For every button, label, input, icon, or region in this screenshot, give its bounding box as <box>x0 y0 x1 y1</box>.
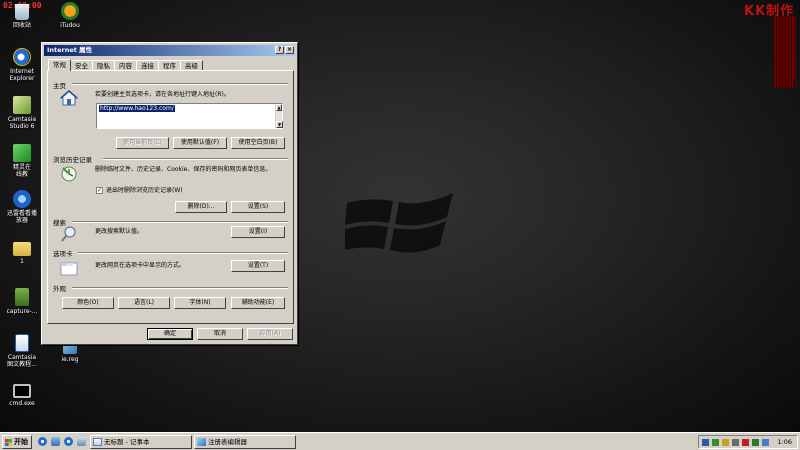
search-settings-button[interactable]: 设置(I) <box>231 226 285 238</box>
taskbar-button-notepad[interactable]: 无标题 - 记事本 <box>90 435 192 449</box>
appearance-group-title: 外观 <box>53 285 66 293</box>
scroll-up-icon[interactable]: ▲ <box>276 104 282 111</box>
dialog-titlebar[interactable]: Internet 属性 ? × <box>44 45 295 56</box>
colors-button[interactable]: 颜色(O) <box>62 297 114 309</box>
use-blank-button[interactable]: 使用空白页(B) <box>231 137 285 149</box>
desktop-icon-sprite[interactable]: 精灵在 线教 <box>0 144 44 178</box>
quicklaunch-ie2-icon[interactable] <box>64 437 73 446</box>
desktop-icon-folder-1[interactable]: 1 <box>0 240 44 265</box>
tray-network-icon[interactable] <box>712 439 719 446</box>
clock[interactable]: 1:06 <box>777 438 792 446</box>
cmd-icon <box>13 384 31 398</box>
desktop: 02:00:00 KK制作 回收站 iTudou Internet Explor… <box>0 0 800 432</box>
delete-history-button[interactable]: 删除(D)... <box>175 201 227 213</box>
history-description: 删除临时文件、历史记录、Cookie、保存的密码和网页表单信息。 <box>95 166 272 173</box>
fonts-button[interactable]: 字体(N) <box>174 297 226 309</box>
delete-history-on-exit-label[interactable]: 退出时删除浏览历史记录(W) <box>106 187 183 195</box>
recycle-bin-icon <box>15 4 29 20</box>
desktop-icon-capture[interactable]: capture-... <box>0 288 44 315</box>
start-button[interactable]: 开始 <box>2 435 32 449</box>
quicklaunch-ie-icon[interactable] <box>38 437 47 446</box>
cancel-button[interactable]: 取消 <box>197 328 243 340</box>
tabs-icon <box>60 262 78 276</box>
close-button[interactable]: × <box>285 46 294 54</box>
tabs-description: 更改网页在选项卡中显示的方式。 <box>95 262 186 269</box>
homepage-scrollbar[interactable]: ▲ ▼ <box>275 104 283 128</box>
quicklaunch-desktop-icon[interactable] <box>51 437 60 446</box>
history-group-title: 浏览历史记录 <box>53 156 92 164</box>
history-settings-button[interactable]: 设置(S) <box>231 201 285 213</box>
desktop-icon-camtasia-tutorial[interactable]: Camtasia 图文教程... <box>0 334 44 368</box>
scroll-down-icon[interactable]: ▼ <box>276 121 283 128</box>
use-current-button[interactable]: 使用当前页(C) <box>116 137 169 149</box>
tabs-settings-button[interactable]: 设置(T) <box>231 260 285 272</box>
tray-app-icon[interactable] <box>722 439 729 446</box>
internet-explorer-icon <box>13 48 31 66</box>
camtasia-icon <box>13 96 31 114</box>
windows-flag-icon <box>5 439 12 446</box>
sprite-icon <box>13 144 31 162</box>
home-icon <box>60 90 78 106</box>
desktop-icon-recycle-bin[interactable]: 回收站 <box>0 4 44 29</box>
appearance-group-line <box>72 287 288 289</box>
folder-icon <box>13 242 31 256</box>
search-description: 更改搜索默认值。 <box>95 228 144 235</box>
homepage-description: 若要创建主页选项卡，请在各地址行键入地址(R)。 <box>95 91 230 98</box>
history-icon <box>61 166 77 182</box>
video-file-icon <box>15 288 29 306</box>
use-default-button[interactable]: 使用默认值(F) <box>173 137 227 149</box>
homepage-group-line <box>72 83 288 85</box>
general-tab-panel: 主页 若要创建主页选项卡，请在各地址行键入地址(R)。 http://www.h… <box>47 70 294 324</box>
accessibility-button[interactable]: 辅助功能(E) <box>231 297 285 309</box>
quicklaunch-app-icon[interactable] <box>77 437 86 446</box>
watermark-bar <box>774 16 796 88</box>
delete-history-on-exit-checkbox[interactable]: ✓ <box>96 187 103 194</box>
dialog-title: Internet 属性 <box>47 46 93 54</box>
regedit-icon <box>197 438 206 446</box>
desktop-icon-itudou[interactable]: iTudou <box>48 2 92 29</box>
notepad-icon <box>93 438 102 446</box>
desktop-icon-camtasia-studio[interactable]: Camtasia Studio 6 <box>0 96 44 130</box>
languages-button[interactable]: 语言(L) <box>118 297 170 309</box>
xunlei-player-icon <box>13 190 31 208</box>
taskbar: 开始 无标题 - 记事本 注册表编辑器 1:06 <box>0 432 800 450</box>
tab-general[interactable]: 常规 <box>48 59 71 71</box>
windows-logo-wallpaper <box>345 193 453 253</box>
start-label: 开始 <box>14 438 28 446</box>
system-tray: 1:06 <box>698 435 798 449</box>
ok-button[interactable]: 确定 <box>147 328 193 340</box>
tray-security-icon[interactable] <box>752 439 759 446</box>
internet-options-dialog: Internet 属性 ? × 常规 安全 隐私 内容 连接 程序 高级 主页 … <box>41 42 298 345</box>
tray-input-icon[interactable] <box>702 439 709 446</box>
search-icon <box>61 226 76 242</box>
homepage-url-text: http://www.hao123.com/ <box>99 105 175 112</box>
tray-volume-icon[interactable] <box>732 439 739 446</box>
search-group-line <box>72 221 288 223</box>
tabs-group-line <box>78 252 288 254</box>
apply-button[interactable]: 应用(A) <box>247 328 293 340</box>
taskbar-button-regedit[interactable]: 注册表编辑器 <box>194 435 296 449</box>
homepage-url-input[interactable]: http://www.hao123.com/ ▲ ▼ <box>96 103 283 129</box>
desktop-icon-cmd[interactable]: cmd.exe <box>0 382 44 407</box>
tray-extra-icon[interactable] <box>762 439 769 446</box>
tray-record-icon[interactable] <box>742 439 749 446</box>
desktop-icon-internet-explorer[interactable]: Internet Explorer <box>0 48 44 82</box>
tabs-group-title: 选项卡 <box>53 250 73 258</box>
word-document-icon <box>15 334 29 352</box>
history-group-line <box>103 158 288 160</box>
help-button[interactable]: ? <box>275 46 284 54</box>
desktop-icon-xunlei-player[interactable]: 迅雷看看播 放器 <box>0 190 44 224</box>
itudou-icon <box>61 2 79 20</box>
